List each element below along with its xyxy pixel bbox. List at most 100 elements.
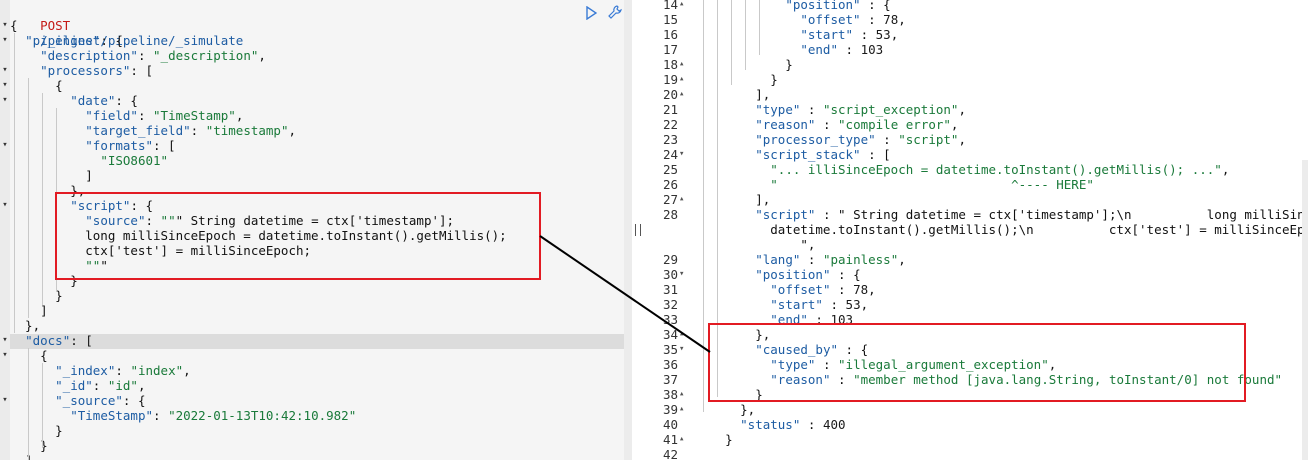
line-number: 19 xyxy=(662,72,678,87)
response-code-line: "start" : 53, xyxy=(800,27,899,42)
fold-toggle-icon xyxy=(0,378,10,393)
line-number: 18 xyxy=(662,57,678,72)
fold-toggle-icon[interactable]: ▾ xyxy=(0,333,10,348)
request-code-line: ] xyxy=(10,453,624,460)
response-code-line: } xyxy=(695,72,778,87)
line-number: 31 xyxy=(662,282,678,297)
fold-toggle-icon xyxy=(0,108,10,123)
fold-toggle-icon xyxy=(679,132,689,147)
request-code-line: "TimeStamp": "2022-01-13T10:42:10.982" xyxy=(70,408,357,423)
response-code-line: "type" : "script_exception", xyxy=(755,102,966,117)
response-code-line: "position" : { xyxy=(785,0,891,12)
line-number: 29 xyxy=(662,252,678,267)
request-editor[interactable]: POST /_ingest/pipeline/_simulate ▾{▾ "pi… xyxy=(0,0,624,460)
fold-toggle-icon xyxy=(0,213,10,228)
fold-toggle-icon xyxy=(0,303,10,318)
fold-toggle-icon xyxy=(679,357,689,372)
fold-toggle-icon[interactable]: ▴ xyxy=(679,402,689,417)
fold-toggle-icon xyxy=(0,273,10,288)
line-number: 24 xyxy=(662,147,678,162)
line-number: 36 xyxy=(662,357,678,372)
indent-guide xyxy=(42,363,43,448)
response-code-line: "script" : " String datetime = ctx['time… xyxy=(755,207,1308,222)
line-number: 20 xyxy=(662,87,678,102)
indent-guide xyxy=(703,0,704,412)
request-code-line: "target_field": "timestamp", xyxy=(85,123,297,138)
fold-toggle-icon[interactable]: ▾ xyxy=(679,267,689,282)
fold-toggle-icon[interactable]: ▾ xyxy=(0,393,10,408)
fold-toggle-icon[interactable]: ▾ xyxy=(0,78,10,93)
line-number: 38 xyxy=(662,387,678,402)
fold-toggle-icon[interactable]: ▴ xyxy=(679,72,689,87)
fold-toggle-icon[interactable]: ▴ xyxy=(679,87,689,102)
indent-guide xyxy=(745,0,746,70)
fold-toggle-icon xyxy=(679,237,689,252)
request-code-line: { xyxy=(10,78,63,93)
line-number xyxy=(646,222,678,237)
fold-toggle-icon xyxy=(679,222,689,237)
request-code-line: ] xyxy=(10,303,48,318)
response-code-line: ], xyxy=(695,192,771,207)
response-code-line: "position" : { xyxy=(755,267,861,282)
response-code-line: "status" : 400 xyxy=(740,417,846,432)
response-code-line: "offset" : 78, xyxy=(770,282,876,297)
line-number: 22 xyxy=(662,117,678,132)
fold-toggle-icon[interactable]: ▴ xyxy=(679,387,689,402)
line-number: 39 xyxy=(662,402,678,417)
line-number: 21 xyxy=(662,102,678,117)
response-code-line: } xyxy=(695,432,733,447)
fold-toggle-icon[interactable]: ▴ xyxy=(679,192,689,207)
request-code-line: "_index": "index", xyxy=(55,363,191,378)
request-code-line: }, xyxy=(10,318,41,333)
fold-toggle-icon xyxy=(0,243,10,258)
fold-toggle-icon[interactable]: ▾ xyxy=(679,147,689,162)
fold-toggle-icon[interactable]: ▾ xyxy=(0,348,10,363)
fold-toggle-icon[interactable]: ▾ xyxy=(679,342,689,357)
request-code-line: "date": { xyxy=(70,93,138,108)
fold-toggle-icon xyxy=(0,288,10,303)
fold-toggle-icon xyxy=(679,207,689,222)
pane-divider[interactable] xyxy=(624,0,646,460)
response-code-line: "lang" : "painless", xyxy=(755,252,906,267)
fold-toggle-icon xyxy=(0,183,10,198)
fold-toggle-icon[interactable]: ▾ xyxy=(0,33,10,48)
response-viewer[interactable]: 14 ▴ "position" : {15 "offset" : 78, 16 "s… xyxy=(646,0,1308,460)
fold-toggle-icon[interactable]: ▴ xyxy=(679,0,689,12)
request-code-line: "_source": { xyxy=(55,393,146,408)
fold-toggle-icon[interactable]: ▴ xyxy=(679,432,689,447)
line-number: 41 xyxy=(662,432,678,447)
fold-toggle-icon xyxy=(679,42,689,57)
request-code-line: } xyxy=(10,423,63,438)
line-number: 30 xyxy=(662,267,678,282)
line-number: 16 xyxy=(662,27,678,42)
response-code-line: "script_stack" : [ xyxy=(755,147,891,162)
request-code-line: } xyxy=(10,438,48,453)
indent-guide xyxy=(731,0,732,85)
line-number: 37 xyxy=(662,372,678,387)
request-scrollbar[interactable] xyxy=(624,0,632,460)
fold-toggle-icon[interactable]: ▾ xyxy=(0,18,10,33)
fold-toggle-icon[interactable]: ▴ xyxy=(679,327,689,342)
request-code-line: { xyxy=(10,18,18,33)
request-line: POST /_ingest/pipeline/_simulate xyxy=(10,3,243,48)
request-code-line: "_id": "id", xyxy=(55,378,146,393)
fold-toggle-icon xyxy=(679,372,689,387)
fold-toggle-icon xyxy=(679,27,689,42)
request-code-line: "docs": [ xyxy=(25,333,93,348)
line-number: 14 xyxy=(662,0,678,12)
fold-toggle-icon[interactable]: ▾ xyxy=(0,63,10,78)
fold-toggle-icon[interactable]: ▾ xyxy=(0,198,10,213)
response-scrollbar[interactable] xyxy=(1302,160,1308,460)
fold-toggle-icon xyxy=(679,117,689,132)
fold-toggle-icon[interactable]: ▴ xyxy=(679,57,689,72)
fold-toggle-icon[interactable]: ▾ xyxy=(0,138,10,153)
line-number: 42 xyxy=(662,447,678,460)
pane-resize-handle-icon[interactable] xyxy=(635,224,641,236)
fold-toggle-icon xyxy=(679,102,689,117)
request-code-line: "pipeline": { xyxy=(25,33,123,48)
response-code-line: }, xyxy=(695,402,756,417)
fold-toggle-icon xyxy=(679,177,689,192)
indent-guide xyxy=(14,33,15,333)
fold-toggle-icon xyxy=(0,408,10,423)
fold-toggle-icon[interactable]: ▾ xyxy=(0,93,10,108)
